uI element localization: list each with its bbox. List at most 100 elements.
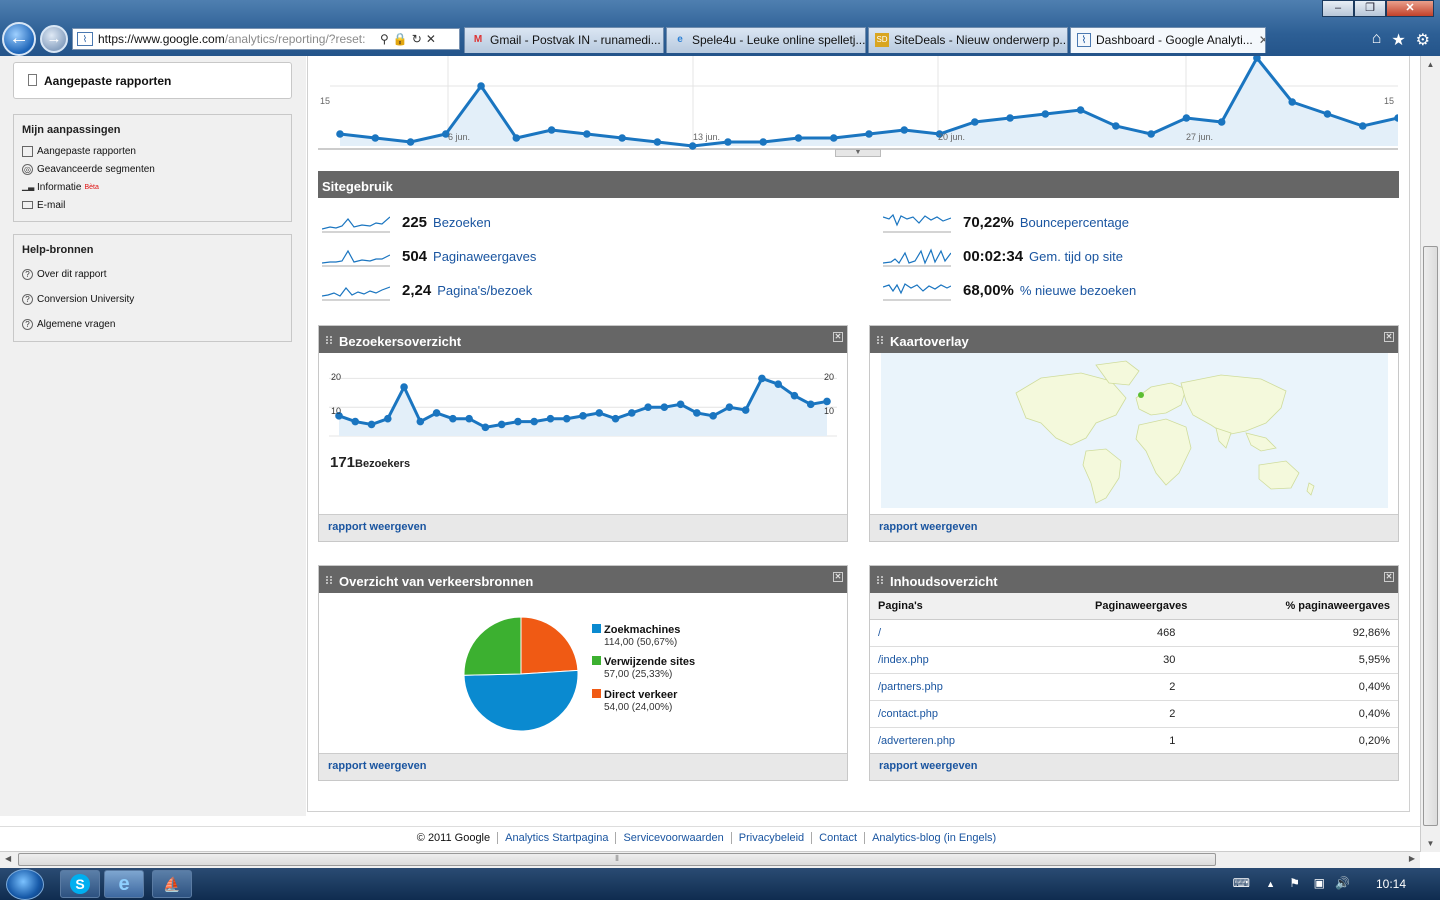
footer-link-terms[interactable]: Servicevoorwaarden bbox=[615, 832, 731, 844]
close-window-button[interactable]: ✕ bbox=[1386, 0, 1434, 17]
sidebar-item-about-report[interactable]: ? Over dit rapport bbox=[14, 262, 291, 287]
vertical-scroll-thumb[interactable] bbox=[1423, 246, 1438, 826]
drag-handle-icon[interactable] bbox=[326, 576, 332, 584]
drag-handle-icon[interactable] bbox=[877, 576, 883, 584]
metric-link-visits[interactable]: Bezoeken bbox=[433, 215, 491, 230]
metric-link-bounce-rate[interactable]: Bouncepercentage bbox=[1020, 215, 1129, 230]
bar-chart-icon: ▁▃ bbox=[22, 181, 35, 191]
metric-link-avg-time[interactable]: Gem. tijd op site bbox=[1029, 249, 1123, 264]
keyboard-icon[interactable]: ⌨ bbox=[1233, 876, 1250, 890]
tab-spele4u[interactable]: e Spele4u - Leuke online spelletj... bbox=[666, 27, 866, 53]
page-link[interactable]: / bbox=[878, 627, 881, 639]
stop-icon[interactable]: ✕ bbox=[426, 32, 440, 46]
traffic-sources-header[interactable]: Overzicht van verkeersbronnen ✕ bbox=[319, 566, 847, 593]
ie-icon: e bbox=[677, 34, 683, 45]
footer-link-analytics-home[interactable]: Analytics Startpagina bbox=[497, 832, 616, 844]
visitors-overview-header[interactable]: Bezoekersoverzicht ✕ bbox=[319, 326, 847, 353]
map-overlay-header[interactable]: Kaartoverlay ✕ bbox=[870, 326, 1398, 353]
world-map[interactable] bbox=[881, 353, 1388, 508]
action-center-flag-icon[interactable]: ⚑ bbox=[1289, 876, 1300, 890]
custom-reports-box[interactable]: Aangepaste rapporten bbox=[13, 62, 292, 99]
search-icon[interactable]: ⚲ bbox=[380, 32, 393, 46]
close-panel-icon[interactable]: ✕ bbox=[833, 572, 843, 582]
close-tab-icon[interactable]: ✕ bbox=[1259, 33, 1265, 47]
pie-slice-zoekmachines[interactable] bbox=[463, 669, 579, 732]
sparkline-avg-time bbox=[883, 248, 951, 267]
footer-link-privacy[interactable]: Privacybeleid bbox=[730, 832, 812, 844]
volume-icon[interactable]: 🔊 bbox=[1335, 876, 1350, 890]
sidebar-item-advanced-segments[interactable]: ◎ Geavanceerde segmenten bbox=[14, 160, 291, 178]
map-overlay-panel: Kaartoverlay ✕ rapport weergeven bbox=[869, 325, 1399, 542]
address-url[interactable]: https://www.google.com/analytics/reporti… bbox=[98, 32, 376, 46]
start-button[interactable] bbox=[6, 869, 44, 900]
scroll-left-arrow-icon[interactable]: ◀ bbox=[5, 854, 11, 863]
network-icon[interactable]: ▣ bbox=[1314, 876, 1325, 890]
data-point bbox=[1288, 98, 1296, 106]
content-overview-header[interactable]: Inhoudsoverzicht ✕ bbox=[870, 566, 1398, 593]
legend-direct-traffic: Direct verkeer 54,00 (24,00%) bbox=[592, 689, 677, 713]
lock-icon[interactable]: 🔒 bbox=[393, 32, 412, 46]
drag-handle-icon[interactable] bbox=[326, 336, 332, 344]
content-overview-panel: Inhoudsoverzicht ✕ Pagina's Paginaweergav… bbox=[869, 565, 1399, 781]
sidebar-item-general-questions[interactable]: ? Algemene vragen bbox=[14, 312, 291, 337]
forward-button[interactable]: → bbox=[40, 25, 68, 53]
tab-dashboard[interactable]: ⌇Dashboard - Google Analyti...✕ bbox=[1070, 27, 1266, 53]
horizontal-scrollbar[interactable]: ◀ ⦀ ▶ bbox=[0, 851, 1420, 868]
sidebar-item-conversion-university[interactable]: ? Conversion University bbox=[14, 287, 291, 312]
minimize-button[interactable]: – bbox=[1322, 0, 1354, 17]
data-point bbox=[628, 409, 636, 417]
clock[interactable]: 10:14 bbox=[1376, 877, 1406, 891]
view-report-link[interactable]: rapport weergeven bbox=[328, 760, 426, 772]
page-link[interactable]: /index.php bbox=[878, 654, 929, 666]
timeline-chart: 15 15 6 jun. 13 jun. 20 jun. 27 jun. bbox=[318, 54, 1408, 150]
taskbar-internet-explorer[interactable]: e bbox=[104, 870, 144, 898]
pie-slice-verwijzende-sites[interactable] bbox=[463, 616, 522, 676]
close-panel-icon[interactable]: ✕ bbox=[833, 332, 843, 342]
pie-slice-direct-verkeer[interactable] bbox=[520, 616, 579, 675]
sidebar-item-information[interactable]: ▁▃ Informatie Bèta bbox=[14, 178, 291, 196]
collapse-chart-toggle[interactable]: ▼ bbox=[835, 149, 881, 157]
footer-link-contact[interactable]: Contact bbox=[811, 832, 865, 844]
map-footer: rapport weergeven bbox=[870, 514, 1398, 541]
address-bar[interactable]: ⌇ https://www.google.com/analytics/repor… bbox=[72, 28, 460, 50]
metric-link-pageviews[interactable]: Paginaweergaves bbox=[433, 249, 536, 264]
horizontal-scroll-thumb[interactable]: ⦀ bbox=[18, 853, 1216, 866]
close-panel-icon[interactable]: ✕ bbox=[1384, 332, 1394, 342]
favorites-star-icon[interactable]: ★ bbox=[1391, 30, 1405, 50]
metric-link-pages-per-visit[interactable]: Pagina's/bezoek bbox=[437, 283, 532, 298]
gear-icon[interactable]: ⚙ bbox=[1416, 30, 1430, 50]
page-link[interactable]: /partners.php bbox=[878, 681, 943, 693]
x-tick-label: 20 jun. bbox=[938, 132, 965, 142]
refresh-icon[interactable]: ↻ bbox=[412, 32, 426, 46]
home-icon[interactable]: ⌂ bbox=[1372, 30, 1382, 50]
drag-handle-icon[interactable] bbox=[877, 336, 883, 344]
sidebar-item-email[interactable]: E-mail bbox=[14, 196, 291, 214]
metric-link-new-visits[interactable]: % nieuwe bezoeken bbox=[1020, 283, 1136, 298]
sidebar-item-custom-reports[interactable]: Aangepaste rapporten bbox=[14, 142, 291, 160]
tab-gmail[interactable]: M Gmail - Postvak IN - runamedi... bbox=[464, 27, 664, 53]
map-region-south-america bbox=[1082, 448, 1122, 504]
scroll-up-arrow-icon[interactable]: ▲ bbox=[1421, 60, 1440, 69]
timeline-chart-svg: 15 15 6 jun. 13 jun. 20 jun. 27 jun. bbox=[320, 54, 1408, 150]
vertical-scrollbar[interactable]: ▲ ▼ bbox=[1420, 56, 1440, 852]
show-hidden-icons-icon[interactable]: ▲ bbox=[1266, 879, 1275, 889]
metric-pages-per-visit: 2,24 Pagina's/bezoek bbox=[322, 279, 532, 301]
map-marker-netherlands[interactable] bbox=[1138, 392, 1144, 398]
view-report-link[interactable]: rapport weergeven bbox=[879, 760, 977, 772]
page-link[interactable]: /contact.php bbox=[878, 708, 938, 720]
scroll-down-arrow-icon[interactable]: ▼ bbox=[1421, 839, 1440, 848]
back-button[interactable]: ← bbox=[2, 22, 36, 56]
scroll-right-arrow-icon[interactable]: ▶ bbox=[1409, 854, 1415, 863]
close-panel-icon[interactable]: ✕ bbox=[1384, 572, 1394, 582]
page-link[interactable]: /adverteren.php bbox=[878, 735, 955, 747]
maximize-button[interactable]: ❐ bbox=[1354, 0, 1386, 17]
data-point bbox=[512, 134, 521, 142]
tab-sitedeals[interactable]: SD SiteDeals - Nieuw onderwerp p... bbox=[868, 27, 1068, 53]
taskbar-skype[interactable]: S bbox=[60, 870, 100, 898]
view-report-link[interactable]: rapport weergeven bbox=[328, 521, 426, 533]
footer-link-blog[interactable]: Analytics-blog (in Engels) bbox=[864, 832, 1004, 844]
view-report-link[interactable]: rapport weergeven bbox=[879, 521, 977, 533]
skype-icon: S bbox=[70, 874, 90, 894]
map-region-africa bbox=[1135, 418, 1192, 486]
taskbar-app[interactable]: ⛵ bbox=[152, 870, 192, 898]
